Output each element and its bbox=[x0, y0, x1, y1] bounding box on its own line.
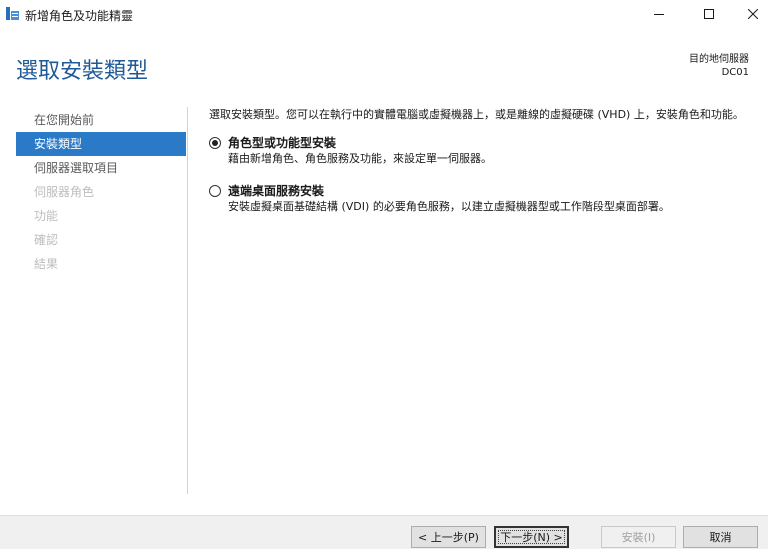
nav-item-confirmation: 確認 bbox=[34, 233, 59, 247]
previous-button[interactable]: < 上一步(P) bbox=[411, 526, 486, 548]
main-content: 選取安裝類型。您可以在執行中的實體電腦或虛擬機器上，或是離線的虛擬硬碟 (VHD… bbox=[209, 108, 757, 214]
focus-rect bbox=[498, 530, 565, 544]
option-remote-desktop-install[interactable]: 遠端桌面服務安裝 安裝虛擬桌面基礎結構 (VDI) 的必要角色服務，以建立虛擬機… bbox=[209, 184, 757, 214]
maximize-icon bbox=[704, 8, 714, 22]
close-icon bbox=[747, 8, 759, 22]
maximize-button[interactable] bbox=[686, 0, 732, 30]
close-button[interactable] bbox=[730, 0, 768, 30]
cancel-button[interactable]: 取消 bbox=[683, 526, 758, 548]
option-description: 安裝虛擬桌面基礎結構 (VDI) 的必要角色服務，以建立虛擬機器型或工作階段型桌… bbox=[228, 200, 670, 213]
nav-item-features: 功能 bbox=[34, 209, 59, 223]
intro-text: 選取安裝類型。您可以在執行中的實體電腦或虛擬機器上，或是離線的虛擬硬碟 (VHD… bbox=[209, 108, 744, 121]
server-manager-icon bbox=[5, 6, 20, 21]
option-role-based-install[interactable]: 角色型或功能型安裝 藉由新增角色、角色服務及功能，來設定單一伺服器。 bbox=[209, 136, 757, 166]
nav-item-results: 結果 bbox=[34, 257, 59, 271]
destination-server-name: DC01 bbox=[721, 67, 749, 78]
sidebar-divider bbox=[187, 107, 188, 494]
title-bar: 新增角色及功能精靈 bbox=[0, 0, 768, 30]
install-button: 安裝(I) bbox=[601, 526, 676, 548]
nav-item-before-you-begin[interactable]: 在您開始前 bbox=[16, 108, 186, 132]
option-title: 遠端桌面服務安裝 bbox=[228, 184, 325, 198]
option-description: 藉由新增角色、角色服務及功能，來設定單一伺服器。 bbox=[228, 152, 492, 165]
page-title: 選取安裝類型 bbox=[16, 59, 149, 84]
window-title: 新增角色及功能精靈 bbox=[25, 9, 134, 23]
nav-item-server-roles: 伺服器角色 bbox=[34, 185, 95, 199]
minimize-button[interactable] bbox=[636, 0, 682, 30]
minimize-icon bbox=[654, 8, 664, 22]
nav-item-installation-type[interactable]: 安裝類型 bbox=[16, 132, 186, 156]
radio-role-based[interactable] bbox=[209, 137, 221, 149]
option-title: 角色型或功能型安裝 bbox=[228, 136, 337, 150]
destination-server-info: 目的地伺服器 DC01 bbox=[689, 53, 749, 79]
wizard-step-nav: 在您開始前 安裝類型 伺服器選取項目 伺服器角色 功能 確認 結果 bbox=[16, 108, 186, 276]
radio-remote-desktop[interactable] bbox=[209, 185, 221, 197]
destination-server-label: 目的地伺服器 bbox=[689, 54, 749, 65]
nav-item-server-selection[interactable]: 伺服器選取項目 bbox=[16, 156, 186, 180]
wizard-footer: < 上一步(P) 下一步(N) > 安裝(I) 取消 bbox=[0, 515, 768, 549]
next-button[interactable]: 下一步(N) > bbox=[494, 526, 569, 548]
